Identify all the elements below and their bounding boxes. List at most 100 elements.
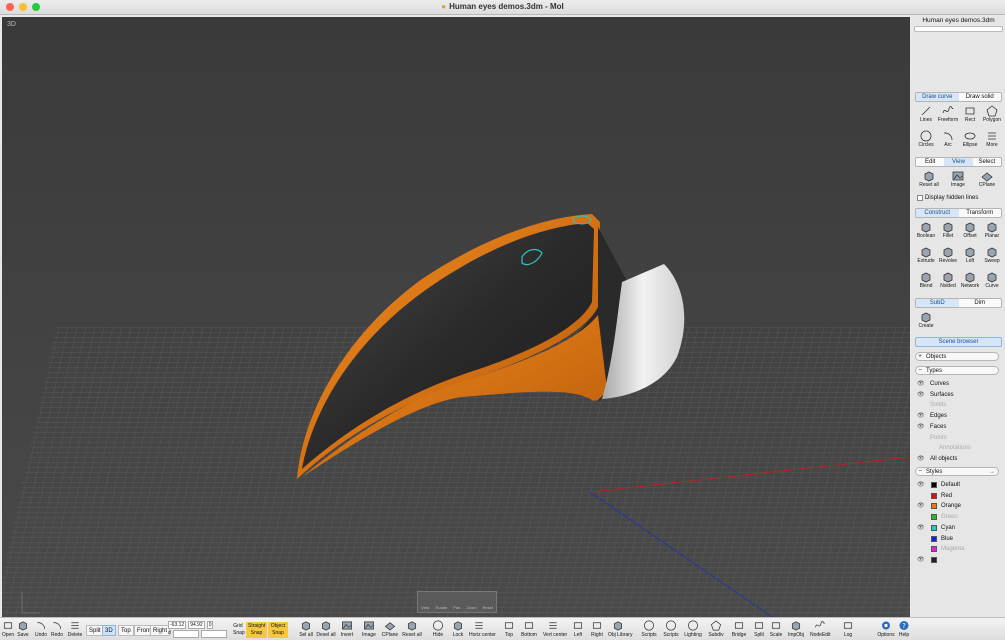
tool-image[interactable]: Image [947, 169, 969, 193]
tab-draw-curve[interactable]: Draw curve [916, 93, 959, 101]
type-row[interactable]: Annotations [915, 443, 1002, 453]
tab-select[interactable]: Select [973, 158, 1001, 166]
type-row[interactable]: Solids [915, 400, 1002, 410]
coord-z[interactable]: 0 [206, 621, 214, 629]
type-row[interactable]: 👁 Faces [915, 422, 1002, 432]
toolbar-undo-button[interactable]: Undo [33, 619, 49, 640]
toolbar-redo-button[interactable]: Redo [49, 619, 65, 640]
nav-label[interactable]: Reset [483, 605, 493, 610]
style-color-swatch[interactable] [931, 492, 937, 499]
toolbar-bridge-button[interactable]: Bridge [729, 619, 749, 640]
toolbar-scripts-button[interactable]: Scripts [639, 619, 659, 640]
coord-y[interactable]: 94.92 [188, 621, 205, 629]
toolbar-nodeedit-button[interactable]: NodeEdit [810, 619, 831, 640]
toolbar-obj-library-button[interactable]: Obj Library [608, 619, 632, 640]
toolbar-sel-all-button[interactable]: Sel all [296, 619, 316, 640]
style-color-swatch[interactable] [931, 556, 937, 563]
tool-blend[interactable]: Blend [915, 270, 937, 294]
style-color-swatch[interactable] [931, 503, 937, 510]
object-snap-toggle[interactable]: Object Snap [268, 622, 288, 638]
eye-icon[interactable]: 👁 [917, 523, 925, 533]
toolbar-horiz-center-button[interactable]: Horiz center [469, 619, 496, 640]
toolbar-left-button[interactable]: Left [568, 619, 588, 640]
toolbar-log-button[interactable]: Log [838, 619, 858, 640]
eye-icon[interactable]: 👁 [917, 422, 925, 432]
collapse-icon[interactable]: − [918, 468, 922, 476]
display-hidden-lines-checkbox[interactable]: Display hidden lines [917, 195, 978, 201]
tab-dim[interactable]: Dim [959, 299, 1002, 307]
tool-boolean[interactable]: Boolean [915, 220, 937, 244]
nav-label[interactable]: Zoom [466, 605, 476, 610]
type-row[interactable]: 👁 Surfaces [915, 390, 1002, 400]
style-row[interactable]: 👁 Cyan [915, 523, 1002, 533]
style-row[interactable]: Blue [915, 534, 1002, 544]
grid-snap-toggle[interactable]: Grid Snap [231, 622, 245, 638]
toolbar-scripts-button[interactable]: Scripts [661, 619, 681, 640]
style-row[interactable]: 👁 Default [915, 480, 1002, 490]
eye-icon[interactable]: 👁 [917, 555, 925, 565]
types-section-header[interactable]: − Types [915, 366, 999, 375]
nav-label[interactable]: View [421, 605, 430, 610]
style-color-swatch[interactable] [931, 514, 937, 521]
nav-label[interactable]: Rotate [436, 605, 448, 610]
tool-more[interactable]: More [981, 129, 1003, 153]
angle-field[interactable] [200, 630, 227, 638]
tool-freeform[interactable]: Freeform [937, 104, 959, 128]
toolbar-impobj-button[interactable]: ImpObj [786, 619, 806, 640]
tool-revolve[interactable]: Revolve [937, 245, 959, 269]
straight-snap-toggle[interactable]: Straight Snap [246, 622, 267, 638]
tab-edit[interactable]: Edit [916, 158, 944, 166]
style-row[interactable]: 👁 Orange [915, 501, 1002, 511]
nav-label[interactable]: Pan [453, 605, 460, 610]
style-row[interactable]: 👁 [915, 555, 1002, 565]
tool-lines[interactable]: Lines [915, 104, 937, 128]
style-color-swatch[interactable] [931, 482, 937, 488]
toolbar-subdiv-button[interactable]: Subdiv [706, 619, 726, 640]
collapse-icon[interactable]: − [918, 367, 922, 375]
toolbar-delete-button[interactable]: Delete [67, 619, 83, 640]
toolbar-lock-button[interactable]: Lock [448, 619, 468, 640]
tool-cplane[interactable]: CPlane [976, 169, 998, 193]
scene-browser-button[interactable]: Scene browser [915, 337, 1002, 347]
eye-icon[interactable]: 👁 [917, 480, 925, 490]
coord-x[interactable]: -63.12 [168, 621, 187, 629]
tool-arc[interactable]: Arc [937, 129, 959, 153]
tool-curve[interactable]: Curve [981, 270, 1003, 294]
tool-circles[interactable]: Circles [915, 129, 937, 153]
styles-menu-arrow-icon[interactable]: → [989, 468, 995, 476]
styles-section-header[interactable]: − Styles → [915, 467, 999, 476]
type-row[interactable]: 👁 All objects [915, 454, 1002, 464]
toolbar-vert-center-button[interactable]: Vert center [543, 619, 567, 640]
toolbar-bottom-button[interactable]: Bottom [519, 619, 539, 640]
3d-viewport[interactable]: 3D View Rotate Pan Zoom Reset [2, 17, 910, 617]
eye-icon[interactable]: 👁 [917, 411, 925, 421]
toolbar-invert-button[interactable]: Invert [337, 619, 357, 640]
eye-icon[interactable]: 👁 [917, 390, 925, 400]
tool-loft[interactable]: Loft [959, 245, 981, 269]
toolbar-open-button[interactable]: Open [0, 619, 16, 640]
type-row[interactable]: Points [915, 433, 1002, 443]
tool-sweep[interactable]: Sweep [981, 245, 1003, 269]
tool-rect[interactable]: Rect [959, 104, 981, 128]
style-color-swatch[interactable] [931, 524, 937, 531]
toolbar-scale-button[interactable]: Scale [766, 619, 786, 640]
toolbar-top-button[interactable]: Top [499, 619, 519, 640]
style-row[interactable]: Green [915, 512, 1002, 522]
tool-offset[interactable]: Offset [959, 220, 981, 244]
eye-icon[interactable]: 👁 [917, 379, 925, 389]
toolbar-save-button[interactable]: Save [15, 619, 31, 640]
style-color-swatch[interactable] [931, 535, 937, 542]
toolbar-reset-all-button[interactable]: Reset all [402, 619, 422, 640]
toolbar-cplane-button[interactable]: CPlane [380, 619, 400, 640]
tool-create[interactable]: Create [915, 310, 937, 334]
toolbar-right-button[interactable]: Right [587, 619, 607, 640]
toolbar-hide-button[interactable]: Hide [428, 619, 448, 640]
tool-polygon[interactable]: Polygon [981, 104, 1003, 128]
eye-icon[interactable]: 👁 [917, 501, 925, 511]
distance-field[interactable] [172, 630, 199, 638]
toolbar-desel-all-button[interactable]: Desel all [316, 619, 336, 640]
type-row[interactable]: 👁 Curves [915, 379, 1002, 389]
style-row[interactable]: Magenta [915, 544, 1002, 554]
tab-transform[interactable]: Transform [959, 209, 1002, 217]
tool-reset-all[interactable]: Reset all [918, 169, 940, 193]
